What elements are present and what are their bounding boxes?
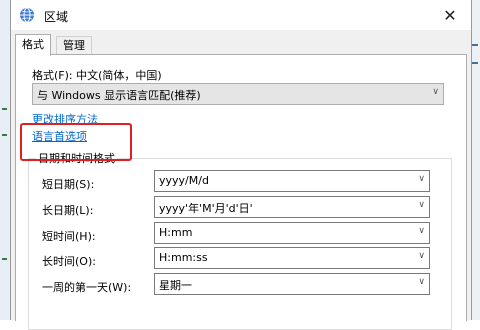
short-time-select[interactable]: H:mm ∨: [154, 222, 430, 244]
globe-icon: [20, 7, 34, 23]
chevron-down-icon: ∨: [418, 200, 425, 210]
background-marker: [2, 108, 7, 110]
chevron-down-icon: ∨: [418, 174, 425, 184]
short-date-value: yyyy/M/d: [159, 174, 209, 187]
short-time-label: 短时间(H):: [42, 230, 96, 243]
long-date-select[interactable]: yyyy'年'M'月'd'日' ∨: [154, 196, 430, 218]
background-marker: [472, 44, 478, 46]
short-time-value: H:mm: [159, 226, 193, 239]
close-icon: ✕: [443, 5, 457, 25]
short-date-label: 短日期(S):: [42, 178, 95, 191]
long-time-label: 长时间(O):: [42, 255, 96, 268]
chevron-down-icon: ∨: [432, 87, 439, 97]
chevron-down-icon: ∨: [418, 251, 425, 261]
background-marker: [2, 134, 7, 136]
language-preferences-highlight: [20, 123, 132, 161]
format-panel: 格式(F): 中文(简体，中国) 与 Windows 显示语言匹配(推荐) ∨ …: [15, 54, 467, 330]
tab-format[interactable]: 格式: [15, 34, 51, 56]
long-time-select[interactable]: H:mm:ss ∨: [154, 247, 430, 269]
chevron-down-icon: ∨: [418, 226, 425, 236]
short-date-select[interactable]: yyyy/M/d ∨: [154, 170, 430, 192]
window-title: 区域: [44, 10, 69, 24]
close-button[interactable]: ✕: [429, 0, 471, 30]
format-label: 格式(F): 中文(简体，中国): [32, 69, 162, 82]
first-day-of-week-value: 星期一: [159, 279, 192, 292]
long-date-value: yyyy'年'M'月'd'日': [159, 202, 253, 215]
chevron-down-icon: ∨: [418, 277, 425, 287]
format-select-value: 与 Windows 显示语言匹配(推荐): [37, 89, 201, 102]
long-date-label: 长日期(L):: [42, 204, 94, 217]
format-select[interactable]: 与 Windows 显示语言匹配(推荐) ∨: [32, 83, 444, 105]
title-bar: 区域 ✕: [11, 0, 471, 30]
background-marker: [472, 62, 478, 64]
background-left-window: [0, 0, 10, 320]
long-time-value: H:mm:ss: [159, 251, 208, 264]
tab-administrative[interactable]: 管理: [56, 36, 92, 55]
first-day-of-week-label: 一周的第一天(W):: [42, 281, 132, 294]
background-marker: [2, 258, 7, 260]
first-day-of-week-select[interactable]: 星期一 ∨: [154, 273, 430, 295]
